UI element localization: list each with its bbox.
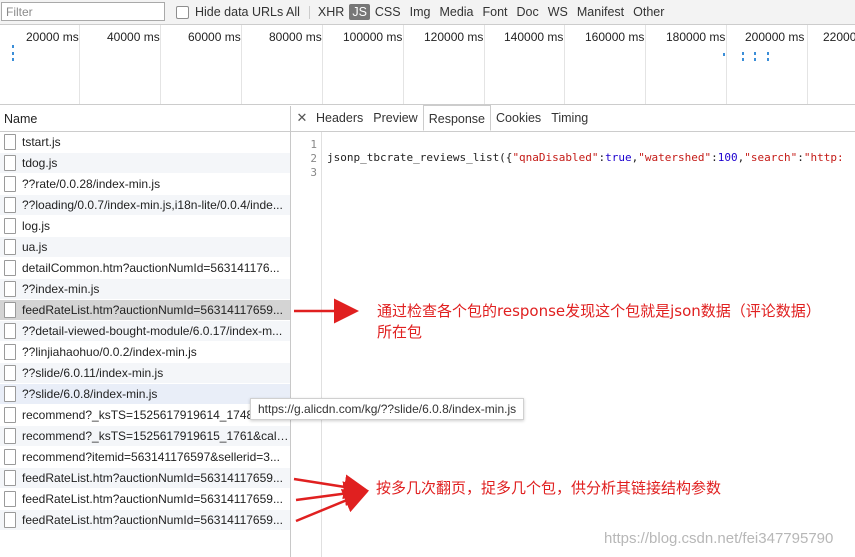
annotation-note-pagination: 按多几次翻页，捉多几个包，供分析其链接结构参数 bbox=[376, 479, 722, 497]
annotation-arrows bbox=[293, 298, 369, 523]
annotation-note-line: 通过检查各个包的response发现这个包就是json数据（评论数据） bbox=[377, 302, 821, 320]
annotation-arrow bbox=[293, 474, 369, 500]
annotation-note-line: 所在包 bbox=[377, 323, 423, 341]
annotation-arrow bbox=[295, 481, 369, 507]
annotation-arrow bbox=[295, 489, 369, 523]
watermark: https://blog.csdn.net/fei347795790 bbox=[604, 530, 834, 547]
annotation-note-json-package: 通过检查各个包的response发现这个包就是json数据（评论数据） 所在包 bbox=[377, 301, 821, 343]
request-url-tooltip: https://g.alicdn.com/kg/??slide/6.0.8/in… bbox=[250, 398, 525, 420]
